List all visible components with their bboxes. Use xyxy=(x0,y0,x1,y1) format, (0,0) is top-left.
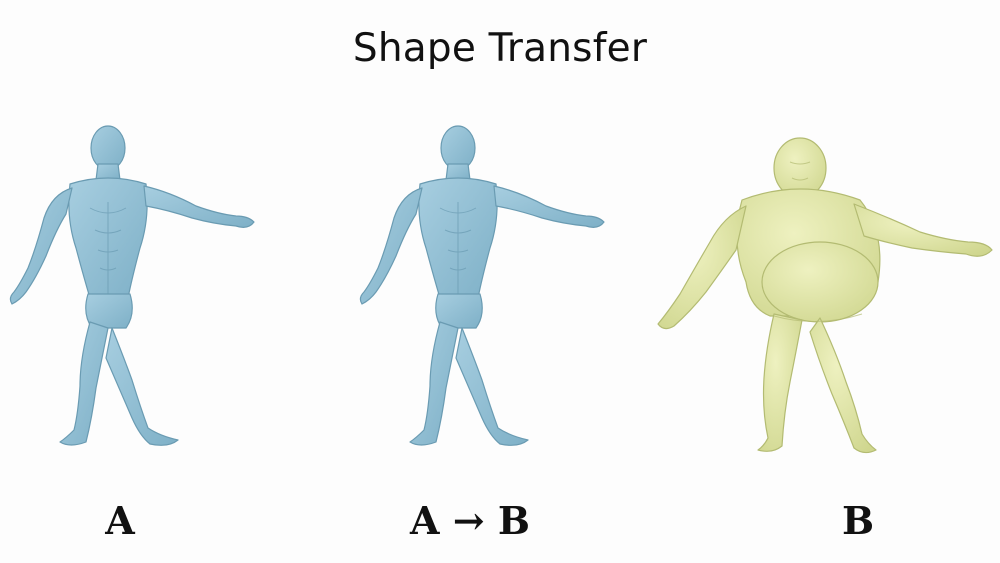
muscular-body-icon xyxy=(359,125,605,446)
heavy-body-icon xyxy=(657,137,993,454)
result-label: A → B xyxy=(410,498,530,543)
result-mesh-figure xyxy=(359,125,605,446)
source-label: A xyxy=(105,498,135,543)
page-title: Shape Transfer xyxy=(352,26,648,71)
target-mesh-figure xyxy=(657,137,993,454)
target-label: B xyxy=(841,498,875,543)
muscular-body-icon xyxy=(9,125,255,446)
source-mesh-figure xyxy=(9,125,255,446)
